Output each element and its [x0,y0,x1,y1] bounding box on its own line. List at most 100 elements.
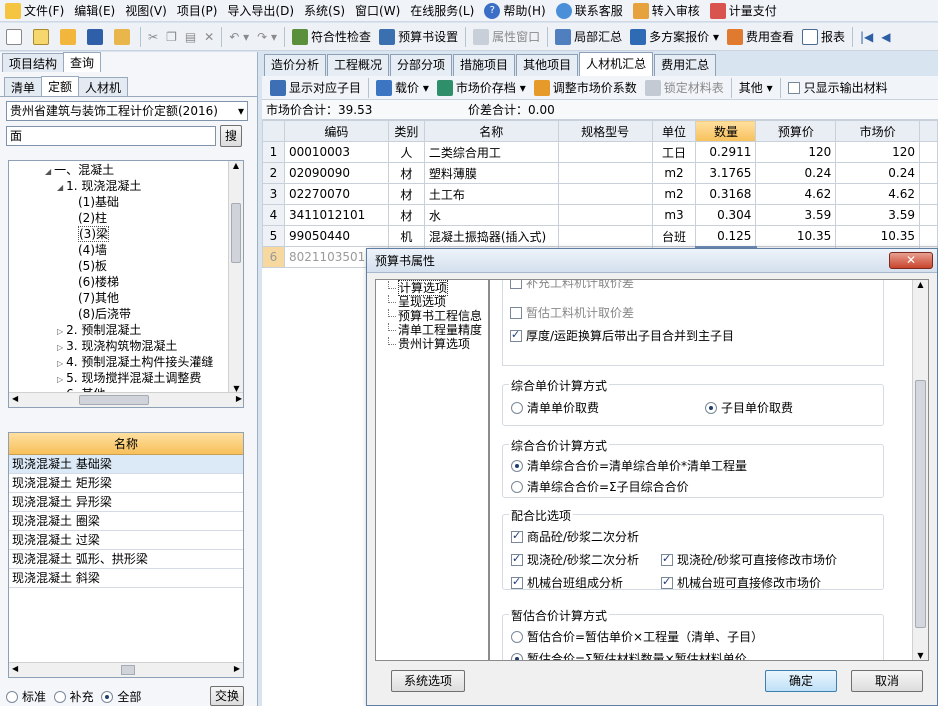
ok-button[interactable]: 确定 [765,670,837,692]
opt-cast-concrete-edit-market[interactable]: 现浇砼/砂浆可直接修改市场价 [661,551,837,568]
report-button[interactable]: 报表 [798,25,849,49]
table-cell[interactable]: 0.304 [695,204,757,226]
dialog-nav-item[interactable]: 计算选项 [376,280,488,296]
radio-subitem-unit-price[interactable]: 子目单价取费 [705,399,793,416]
tab-quota[interactable]: 定额 [41,76,80,96]
table-cell[interactable]: 3.1765 [695,162,757,184]
table-row[interactable]: 2 02090090 材塑料薄膜 m2 3.1765 0.24 0.24 [262,162,938,184]
tree-item[interactable]: (3)梁 [9,226,243,242]
opt-machine-shift-edit-market[interactable]: 机械台班可直接修改市场价 [661,574,821,591]
table-cell[interactable]: 120 [755,141,837,163]
new-doc-button[interactable] [29,25,56,49]
list-item[interactable]: 现浇混凝土 矩形梁 [9,474,243,493]
column-header[interactable]: 市场价 [835,120,920,142]
options-scrollbar[interactable]: ▲ ▼ [912,280,928,660]
collapse-icon[interactable]: ◢ [45,167,51,176]
cancel-button[interactable]: 取消 [851,670,923,692]
table-cell[interactable] [557,162,653,184]
table-cell[interactable]: 工日 [651,141,697,163]
list-item[interactable]: 现浇混凝土 过梁 [9,531,243,550]
tree-item[interactable]: (1)基础 [9,194,243,210]
first-page-button[interactable]: |◀ [856,25,877,49]
show-child-button[interactable]: 显示对应子目 [266,76,365,99]
tree-item[interactable]: ▷ 3. 现浇构筑物混凝土 [9,338,243,354]
market-price-save-button[interactable]: 市场价存档 ▾ [433,76,530,99]
adjust-market-coef-button[interactable]: 调整市场价系数 [530,76,641,99]
table-cell[interactable]: 土工布 [423,183,559,205]
table-cell[interactable]: 4.62 [835,183,920,205]
list-item[interactable]: 现浇混凝土 圈梁 [9,512,243,531]
menu-system[interactable]: 系统(S) [299,0,350,21]
tree-item[interactable]: ▷ 4. 预制混凝土构件接头灌缝 [9,354,243,370]
undo-button[interactable]: ↶ ▾ [225,25,253,49]
dialog-close-button[interactable]: ✕ [889,252,933,269]
save-button[interactable] [83,25,110,49]
delete-button[interactable]: ✕ [200,25,218,49]
table-cell[interactable] [557,204,653,226]
tree-item[interactable]: ▷ 5. 现场搅拌混凝土调整费 [9,370,243,386]
menu-window[interactable]: 窗口(W) [350,0,405,21]
tab-main-1[interactable]: 工程概况 [327,54,390,76]
new-button[interactable] [2,25,29,49]
tree-horizontal-scrollbar[interactable]: ◀ ▶ [9,392,243,407]
tree-scroll-thumb[interactable] [231,203,241,263]
copy-button[interactable]: ❐ [162,25,181,49]
list-item[interactable]: 现浇混凝土 弧形、拱形梁 [9,550,243,569]
options-scroll-thumb[interactable] [915,380,926,628]
radio-estimate-by-sum[interactable]: 暂估合价=Σ暂估材料数量×暂估材料单价 [511,650,747,660]
tree-item[interactable]: (2)柱 [9,210,243,226]
radio-estimate-by-unit[interactable]: 暂估合价=暂估单价×工程量（清单、子目） [511,628,763,645]
radio-standard[interactable]: 标准 [6,690,46,704]
tree-item[interactable]: (8)后浇带 [9,306,243,322]
lock-material-button[interactable]: 锁定材料表 [641,76,728,99]
menu-transfer-audit[interactable]: 转入审核 [628,0,705,21]
compliance-check-button[interactable]: 符合性检查 [288,25,375,49]
cut-button[interactable]: ✂ [144,25,162,49]
table-row[interactable]: 3 02270070 材土工布 m2 0.3168 4.62 4.62 [262,183,938,205]
table-cell[interactable]: 材 [387,162,425,184]
redo-button[interactable]: ↷ ▾ [253,25,281,49]
tab-query[interactable]: 查询 [63,52,102,72]
table-cell[interactable]: 00010003 [283,141,389,163]
opt-machine-shift-analysis[interactable]: 机械台班组成分析 [511,574,623,591]
table-cell[interactable]: 二类综合用工 [423,141,559,163]
table-cell[interactable]: 0.3168 [695,183,757,205]
column-header[interactable]: 类别 [387,120,425,142]
table-cell[interactable]: 99050440 [283,225,389,247]
table-cell[interactable]: m3 [651,204,697,226]
list-item[interactable]: 现浇混凝土 异形梁 [9,493,243,512]
table-cell[interactable]: 水 [423,204,559,226]
partial-summary-button[interactable]: 局部汇总 [551,25,626,49]
attribute-window-button[interactable]: 属性窗口 [469,25,544,49]
system-options-button[interactable]: 系统选项 [391,670,465,692]
table-row[interactable]: 4 3411012101 材水 m3 0.304 3.59 3.59 [262,204,938,226]
table-cell[interactable] [557,183,653,205]
exchange-button[interactable]: 交换 [210,686,244,706]
tree-item[interactable]: ◢ 一、混凝土 [9,162,243,178]
list-hscroll-thumb[interactable] [121,665,135,675]
tab-main-5[interactable]: 人材机汇总 [579,52,654,76]
table-cell[interactable]: 人 [387,141,425,163]
tab-main-2[interactable]: 分部分项 [390,54,453,76]
prev-page-button[interactable]: ◀ [877,25,894,49]
paste-button[interactable]: ▤ [181,25,200,49]
load-price-button[interactable]: 载价 ▾ [372,76,433,99]
radio-bill-unit-price[interactable]: 清单单价取费 [511,399,599,416]
other-menu-button[interactable]: 其他 ▾ [735,76,777,99]
table-cell[interactable]: 02270070 [283,183,389,205]
tree-item[interactable]: (6)楼梯 [9,274,243,290]
opt-commercial-concrete[interactable]: 商品砼/砂浆二次分析 [511,528,639,545]
tree-vertical-scrollbar[interactable]: ▲ ▼ [228,161,243,393]
list-item[interactable]: 现浇混凝土 斜梁 [9,569,243,588]
multi-plan-quote-button[interactable]: 多方案报价 ▾ [626,25,723,49]
table-cell[interactable]: 台班 [651,225,697,247]
column-header[interactable]: 数量 [695,120,757,142]
expand-icon[interactable]: ▷ [57,327,63,336]
only-output-checkbox[interactable]: 只显示输出材料 [784,76,892,99]
tab-main-6[interactable]: 费用汇总 [654,54,717,76]
tree-hscroll-thumb[interactable] [79,395,149,405]
search-button[interactable]: 搜 [220,125,242,147]
menu-contact-support[interactable]: 联系客服 [551,0,628,21]
expand-icon[interactable]: ▷ [57,375,63,384]
menu-online-service[interactable]: 在线服务(L) [405,0,479,21]
